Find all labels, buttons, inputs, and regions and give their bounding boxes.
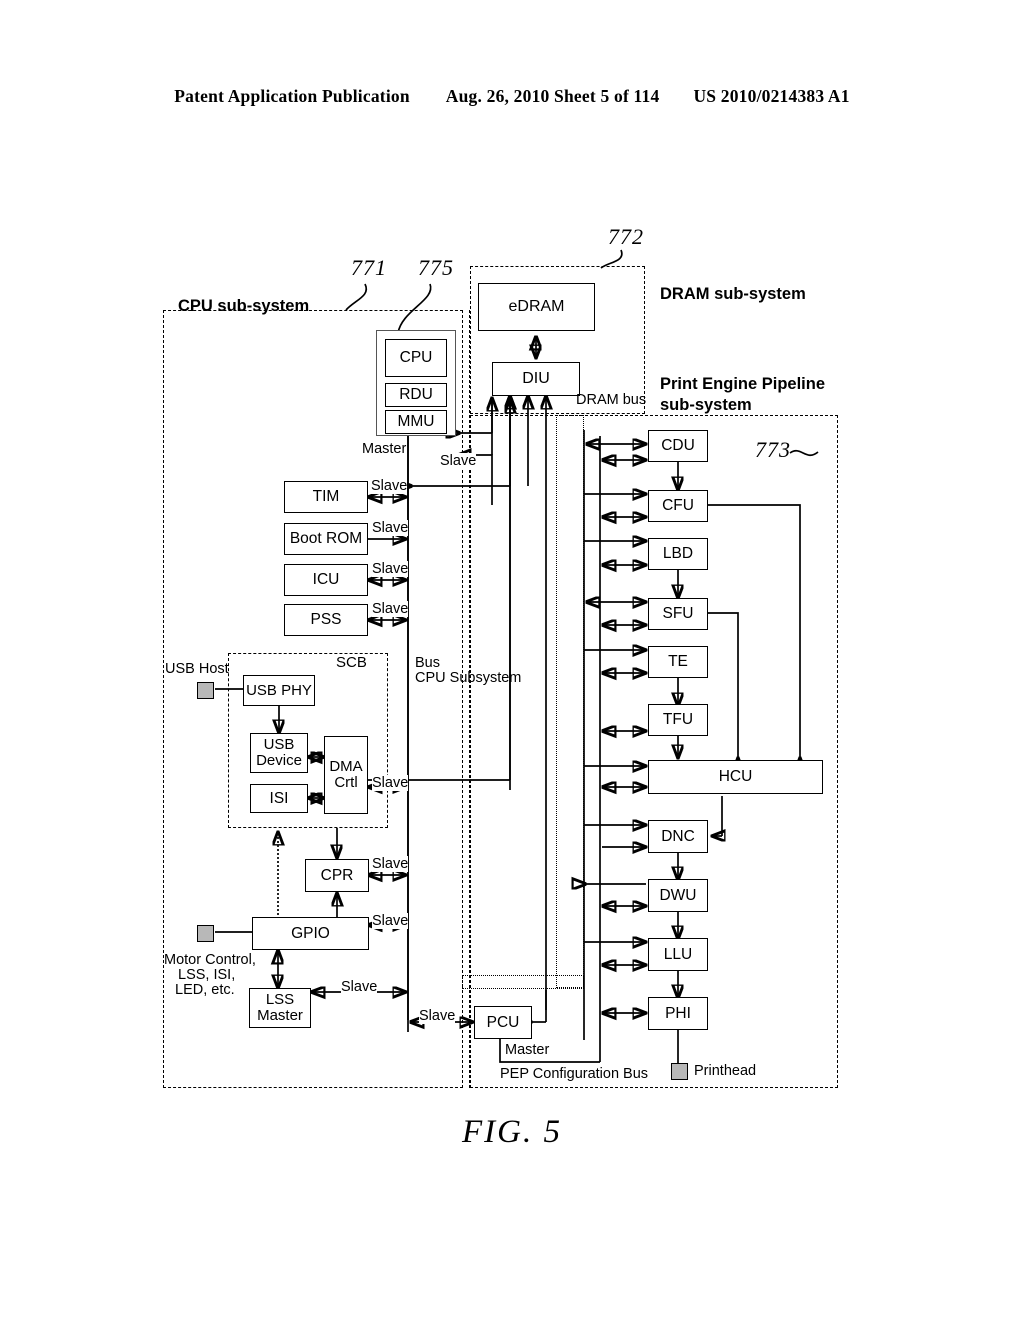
block-usb-phy[interactable]: USB PHY (243, 675, 315, 706)
block-pcu[interactable]: PCU (474, 1006, 532, 1039)
block-icu[interactable]: ICU (284, 564, 368, 596)
label-pep-config-bus: PEP Configuration Bus (500, 1066, 649, 1082)
block-gpio[interactable]: GPIO (252, 917, 369, 950)
block-isi[interactable]: ISI (250, 784, 308, 813)
label-slave-pss: Slave (372, 601, 409, 618)
block-dnc[interactable]: DNC (648, 820, 708, 853)
block-usb-device[interactable]: USB Device (250, 733, 308, 773)
label-master-pcu: Master (505, 1042, 550, 1059)
block-lss-line2: Master (257, 1007, 303, 1024)
block-tim[interactable]: TIM (284, 481, 368, 513)
region-title-dram: DRAM sub-system (660, 285, 806, 303)
region-title-cpu: CPU sub-system (178, 297, 310, 315)
label-printhead: Printhead (694, 1063, 757, 1079)
patent-figure-page: Patent Application Publication Aug. 26, 2… (0, 0, 1024, 1320)
block-sfu[interactable]: SFU (648, 598, 708, 630)
label-motor-line3: LED, etc. (175, 982, 235, 998)
label-motor-line2: LSS, ISI, (178, 967, 236, 983)
block-cdu[interactable]: CDU (648, 430, 708, 462)
label-slave-dma: Slave (372, 775, 409, 792)
block-dma-ctrl[interactable]: DMA Crtl (324, 736, 368, 814)
ref-numeral-773: 773 (755, 437, 791, 462)
block-llu[interactable]: LLU (648, 938, 708, 971)
label-slave-cpu: Slave (440, 453, 477, 470)
ref-numeral-775: 775 (418, 255, 454, 280)
block-dwu[interactable]: DWU (648, 879, 708, 912)
label-bus-line2: CPU Subsystem (415, 670, 522, 686)
block-cpr[interactable]: CPR (305, 859, 369, 892)
block-cfu[interactable]: CFU (648, 490, 708, 522)
block-boot-rom[interactable]: Boot ROM (284, 523, 368, 555)
label-slave-icu: Slave (372, 561, 409, 578)
block-edram[interactable]: eDRAM (478, 283, 595, 331)
block-lss-line1: LSS (265, 991, 295, 1009)
label-master-cpu: Master (362, 441, 407, 458)
block-usb-device-line1: USB (263, 736, 295, 754)
region-title-pep-line1: Print Engine Pipeline (660, 375, 826, 393)
block-phi[interactable]: PHI (648, 997, 708, 1030)
block-dma-line1: DMA (329, 758, 363, 776)
region-title-scb: SCB (336, 654, 367, 671)
block-tfu[interactable]: TFU (648, 704, 708, 736)
block-lbd[interactable]: LBD (648, 538, 708, 570)
connector-pad-icon-usb-host (197, 682, 214, 699)
label-bus-line1: Bus (415, 655, 440, 671)
wire-layer (215, 249, 819, 1063)
label-slave-gpio: Slave (372, 913, 409, 930)
block-rdu[interactable]: RDU (385, 383, 447, 407)
block-cpu[interactable]: CPU (385, 339, 447, 377)
block-pss[interactable]: PSS (284, 604, 368, 636)
label-motor-line1: Motor Control, (164, 952, 256, 968)
connector-pad-icon-printhead (671, 1063, 688, 1080)
block-hcu[interactable]: HCU (648, 760, 823, 794)
ref-numeral-772: 772 (608, 224, 644, 249)
label-slave-pcu: Slave (419, 1008, 456, 1025)
label-slave-cpr: Slave (372, 856, 409, 873)
block-diu[interactable]: DIU (492, 362, 580, 396)
label-usb-host: USB Host (165, 661, 229, 677)
region-title-pep-line2: sub-system (660, 396, 752, 414)
label-slave-lss: Slave (341, 979, 378, 996)
block-mmu[interactable]: MMU (385, 410, 447, 434)
block-usb-device-line2: Device (256, 752, 302, 769)
block-lss-master[interactable]: LSS Master (249, 988, 311, 1028)
connector-pad-icon-gpio (197, 925, 214, 942)
label-dram-bus: DRAM bus (576, 392, 647, 408)
label-slave-bootrom: Slave (372, 520, 409, 537)
block-dma-line2: Crtl (334, 774, 358, 791)
ref-numeral-771: 771 (351, 255, 387, 280)
block-te[interactable]: TE (648, 646, 708, 678)
